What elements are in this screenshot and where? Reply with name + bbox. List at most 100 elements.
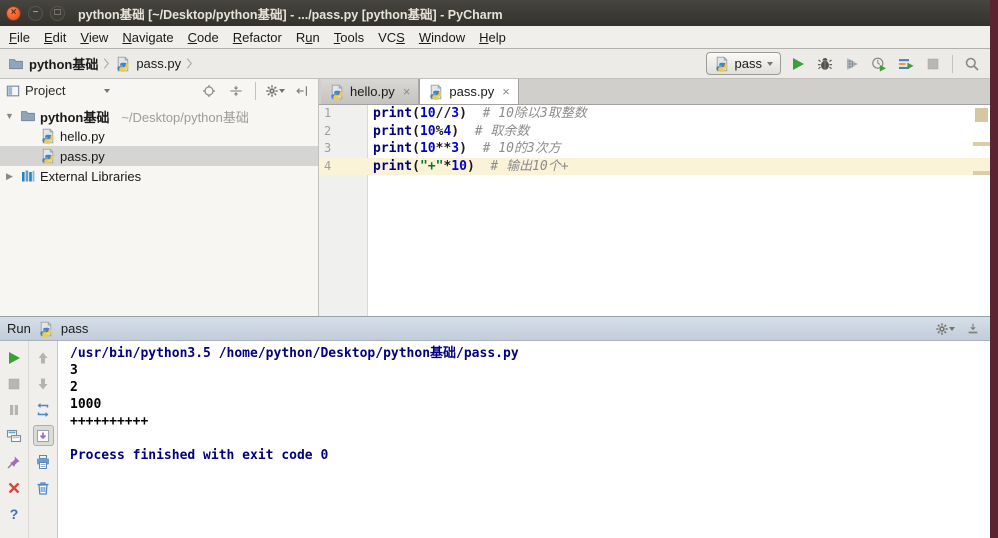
close-icon[interactable]: ×	[502, 84, 510, 99]
tree-item-pass.py[interactable]: pass.py	[0, 146, 318, 166]
toolbar-separator	[255, 81, 256, 100]
close-button[interactable]	[4, 477, 25, 498]
up-icon	[35, 350, 51, 366]
window-close-button[interactable]: ×	[6, 5, 21, 21]
up-button[interactable]	[33, 347, 54, 368]
tree-item-External-Libraries[interactable]: ▶ External Libraries	[0, 166, 318, 186]
main-toolbar: python基础 pass.py pass	[0, 49, 990, 79]
dock-button[interactable]	[963, 319, 983, 339]
close-icon[interactable]: ×	[403, 84, 411, 99]
chevron-collapsed-icon[interactable]: ▶	[3, 171, 16, 182]
window-minimize-button[interactable]: −	[28, 5, 43, 21]
python-icon	[40, 148, 56, 164]
inspection-indicator[interactable]	[975, 108, 988, 122]
console-line: 1000	[70, 397, 102, 412]
debug-button[interactable]	[815, 54, 835, 74]
print-button[interactable]	[33, 451, 54, 472]
console-line: 3	[70, 363, 78, 378]
code-text: print(10//3) # 10除以3取整数	[373, 106, 587, 121]
run-with-settings-button[interactable]	[896, 54, 916, 74]
menu-tools[interactable]: Tools	[327, 28, 371, 47]
project-panel-title[interactable]: Project	[25, 83, 65, 98]
window-maximize-button[interactable]: □	[50, 5, 65, 21]
scroll-to-end-button[interactable]	[32, 425, 54, 446]
chevron-down-icon	[767, 61, 773, 66]
down-button[interactable]	[33, 373, 54, 394]
chevron-down-icon[interactable]	[104, 88, 111, 93]
collapse-all-button[interactable]	[226, 81, 246, 101]
run-config-label: pass	[734, 56, 762, 71]
menu-file[interactable]: File	[2, 28, 37, 47]
breadcrumb-item[interactable]: python基础	[8, 54, 98, 73]
menu-refactor[interactable]: Refactor	[226, 28, 289, 47]
stop-button[interactable]	[923, 54, 943, 74]
menu-window[interactable]: Window	[412, 28, 472, 47]
run-config-selector[interactable]: pass	[705, 52, 781, 75]
menu-vcs[interactable]: VCS	[371, 28, 412, 47]
search-button[interactable]	[962, 54, 982, 74]
run-session-tab[interactable]: pass	[61, 321, 88, 336]
console-line: /usr/bin/python3.5 /home/python/Desktop/…	[70, 346, 519, 361]
menu-code[interactable]: Code	[181, 28, 226, 47]
project-tool-window: Project ▼ python基础 ~/Desktop/python基础 hello…	[0, 79, 319, 316]
profiler-icon	[871, 56, 887, 72]
locate-icon	[202, 84, 216, 98]
project-tree: ▼ python基础 ~/Desktop/python基础 hello.py pass.…	[0, 102, 318, 186]
editor-tabbar: hello.py × pass.py ×	[319, 79, 990, 105]
error-stripe-mark[interactable]	[973, 171, 990, 175]
pause-button[interactable]	[4, 399, 25, 420]
tree-item-label: External Libraries	[40, 168, 142, 184]
run-button[interactable]	[788, 54, 808, 74]
settings-button[interactable]	[265, 81, 285, 101]
restore-layout-icon	[35, 402, 51, 418]
settings-icon	[265, 84, 279, 98]
stop-button[interactable]	[4, 373, 25, 394]
hide-button[interactable]	[292, 81, 312, 101]
chevron-down-icon	[279, 88, 285, 93]
error-stripe-mark[interactable]	[973, 142, 990, 146]
locate-button[interactable]	[199, 81, 219, 101]
help-button[interactable]: ?	[4, 503, 25, 524]
tab-hello.py[interactable]: hello.py ×	[321, 79, 420, 104]
code-line: 2 print(10%4) # 取余数	[319, 123, 990, 141]
code-line: 1 print(10//3) # 10除以3取整数	[319, 105, 990, 123]
run-panel-title[interactable]: Run	[7, 321, 31, 336]
clear-button[interactable]	[33, 477, 54, 498]
run-header-icons	[935, 319, 983, 339]
tree-item-label: hello.py	[60, 128, 105, 144]
run-panel-header: Run pass	[0, 317, 990, 341]
pin-button[interactable]	[4, 451, 25, 472]
toolbar-separator	[952, 54, 953, 73]
tab-pass.py[interactable]: pass.py ×	[419, 79, 519, 104]
tree-item-python-[interactable]: ▼ python基础 ~/Desktop/python基础	[0, 106, 318, 126]
rerun-button[interactable]	[4, 347, 25, 368]
menu-run[interactable]: Run	[289, 28, 327, 47]
restore-layout-button[interactable]	[33, 399, 54, 420]
profiler-button[interactable]	[869, 54, 889, 74]
stop-icon	[925, 56, 941, 72]
console-line: 2	[70, 380, 78, 395]
run-icon	[790, 56, 806, 72]
python-icon	[38, 321, 54, 337]
show-processes-button[interactable]	[4, 425, 25, 446]
menu-help[interactable]: Help	[472, 28, 513, 47]
python-icon	[428, 84, 444, 100]
run-console[interactable]: /usr/bin/python3.5 /home/python/Desktop/…	[58, 341, 990, 538]
titlebar: × − □ python基础 [~/Desktop/python基础] - ..…	[0, 0, 990, 26]
search-icon	[964, 56, 980, 72]
breadcrumb-item[interactable]: pass.py	[115, 56, 181, 72]
run-toolbar-primary: ?	[0, 341, 29, 538]
editor[interactable]: 1 print(10//3) # 10除以3取整数 2 print(10%4) # 取…	[319, 105, 990, 316]
settings-button[interactable]	[935, 319, 955, 339]
coverage-button[interactable]	[842, 54, 862, 74]
menu-navigate[interactable]: Navigate	[115, 28, 180, 47]
chevron-down-icon	[949, 326, 955, 331]
chevron-expanded-icon[interactable]: ▼	[3, 111, 16, 121]
tree-item-hello.py[interactable]: hello.py	[0, 126, 318, 146]
project-header-icons	[199, 81, 312, 101]
menu-edit[interactable]: Edit	[37, 28, 73, 47]
menu-view[interactable]: View	[73, 28, 115, 47]
pin-icon	[6, 454, 22, 470]
tab-label: hello.py	[350, 84, 395, 99]
pycharm-window: × − □ python基础 [~/Desktop/python基础] - ..…	[0, 0, 990, 538]
